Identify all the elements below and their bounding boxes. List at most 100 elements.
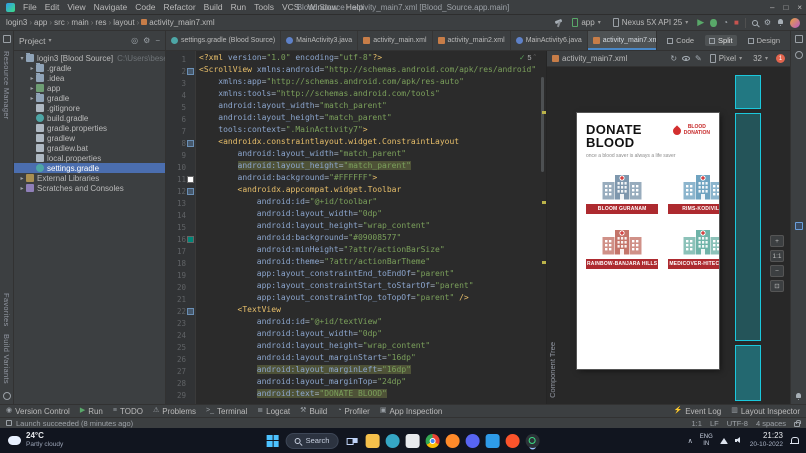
tree-item-build-gradle[interactable]: build.gradle bbox=[14, 113, 165, 123]
view-toggle-split[interactable]: Split bbox=[705, 35, 737, 46]
wifi-icon[interactable] bbox=[719, 437, 728, 444]
tree-item-idea[interactable]: ▸ .idea bbox=[14, 73, 165, 83]
gradle-icon[interactable] bbox=[794, 51, 803, 59]
breadcrumb-item-login3[interactable]: login3 bbox=[6, 18, 27, 27]
emulator-icon[interactable] bbox=[794, 222, 803, 230]
settings-gear-icon[interactable]: ⚙ bbox=[143, 36, 150, 45]
view-options-icon[interactable] bbox=[682, 56, 691, 61]
menu-tools[interactable]: Tools bbox=[250, 2, 278, 12]
chrome-icon[interactable] bbox=[425, 433, 440, 448]
design-preview-phone[interactable]: DONATE BLOOD BLOOD DONATION once a blood… bbox=[577, 113, 719, 369]
avatar[interactable] bbox=[790, 17, 800, 28]
menu-navigate[interactable]: Navigate bbox=[90, 2, 132, 12]
tree-item-gradle[interactable]: ▸ gradle bbox=[14, 93, 165, 103]
breadcrumb-item-layout[interactable]: layout bbox=[113, 18, 134, 27]
discord-icon[interactable] bbox=[465, 433, 480, 448]
tree-arrow-icon[interactable]: ▸ bbox=[28, 85, 36, 92]
tree-item-gradlew[interactable]: gradlew bbox=[14, 133, 165, 143]
toolwindow-todo[interactable]: ≡ TODO bbox=[113, 407, 143, 416]
language-indicator[interactable]: ENG IN bbox=[700, 434, 713, 447]
start-button[interactable] bbox=[266, 434, 279, 447]
android-studio-icon[interactable] bbox=[525, 433, 540, 448]
hospital-card-rainbow-banjara-hills[interactable]: RAINBOW-BANJARA HILLS bbox=[586, 228, 659, 269]
view-toggle-design[interactable]: Design bbox=[744, 35, 784, 46]
clock[interactable]: 21:23 20-10-2022 bbox=[750, 431, 783, 449]
menu-run[interactable]: Run bbox=[227, 2, 251, 12]
tree-item-app[interactable]: ▸ app bbox=[14, 83, 165, 93]
debug-button[interactable] bbox=[710, 18, 718, 27]
store-icon[interactable] bbox=[405, 433, 420, 448]
tree-item-gradle[interactable]: ▸ .gradle bbox=[14, 63, 165, 73]
favorites-tab[interactable]: Favorites bbox=[2, 293, 11, 327]
tree-item-local-properties[interactable]: local.properties bbox=[14, 153, 165, 163]
hospital-card-medicover-hitech-city[interactable]: MEDICOVER-HITECH CITY bbox=[668, 228, 719, 269]
hospital-card-rims-kodivilli[interactable]: RIMS-KODIVILLI bbox=[668, 173, 719, 214]
toolwindow-problems[interactable]: ⚠ Problems bbox=[153, 407, 196, 416]
close-button[interactable]: × bbox=[797, 0, 802, 15]
tray-expand-icon[interactable]: ∧ bbox=[688, 437, 693, 445]
device-manager-icon[interactable] bbox=[794, 35, 803, 43]
menu-edit[interactable]: Edit bbox=[41, 2, 64, 12]
lock-icon[interactable] bbox=[794, 419, 801, 427]
file-explorer-icon[interactable] bbox=[365, 433, 380, 448]
error-badge[interactable]: 1 bbox=[776, 54, 785, 63]
tree-item-gradlew-bat[interactable]: gradlew.bat bbox=[14, 143, 165, 153]
vscode-icon[interactable] bbox=[485, 433, 500, 448]
menu-view[interactable]: View bbox=[63, 2, 89, 12]
settings-gear-icon[interactable]: ⚙ bbox=[764, 18, 771, 27]
warning-stripe-mark[interactable] bbox=[542, 261, 546, 264]
inspection-widget[interactable]: ✓ 5 ˆ bbox=[519, 53, 536, 62]
brave-icon[interactable] bbox=[505, 433, 520, 448]
api-level-dropdown[interactable]: 32 ▾ bbox=[750, 53, 771, 64]
editor-scrollbar[interactable] bbox=[541, 77, 544, 172]
menu-code[interactable]: Code bbox=[131, 2, 159, 12]
tab-activity-main2-xml[interactable]: activity_main2.xml bbox=[433, 31, 511, 50]
toolwindow-logcat[interactable]: ≣ Logcat bbox=[257, 407, 290, 416]
locate-file-icon[interactable]: ◎ bbox=[131, 36, 138, 45]
breadcrumb-item-main[interactable]: main bbox=[71, 18, 88, 27]
firefox-icon[interactable] bbox=[445, 433, 460, 448]
tree-item-external-libraries[interactable]: ▸ External Libraries bbox=[14, 173, 165, 183]
tree-arrow-icon[interactable]: ▸ bbox=[28, 65, 36, 72]
toolwindow-profiler[interactable]: ◔ Profiler bbox=[337, 407, 370, 416]
maximize-button[interactable]: □ bbox=[783, 0, 788, 15]
edge-icon[interactable] bbox=[385, 433, 400, 448]
stop-button[interactable]: ■ bbox=[734, 18, 739, 27]
design-canvas[interactable]: DONATE BLOOD BLOOD DONATION once a blood… bbox=[547, 67, 790, 404]
tree-arrow-icon[interactable]: ▸ bbox=[18, 185, 26, 192]
component-tree-tab[interactable]: Component Tree bbox=[548, 342, 557, 398]
line-ending[interactable]: LF bbox=[710, 419, 719, 428]
zoom-actual-button[interactable]: 1:1 bbox=[770, 250, 784, 262]
tree-item-scratches-and-consoles[interactable]: ▸ Scratches and Consoles bbox=[14, 183, 165, 193]
tab-mainactivity3-java[interactable]: MainActivity3.java bbox=[281, 31, 359, 50]
taskbar-search[interactable]: Search bbox=[285, 432, 339, 449]
code-area[interactable]: <?xml version="1.0" encoding="utf-8"?> <S… bbox=[196, 51, 546, 404]
weather-widget[interactable]: 24°C Partly cloudy bbox=[6, 431, 63, 449]
toolwindow-layout-inspector[interactable]: ▥ Layout Inspector bbox=[731, 407, 800, 416]
theme-brush-icon[interactable]: ✎ bbox=[695, 54, 702, 63]
menu-refactor[interactable]: Refactor bbox=[160, 2, 200, 12]
refresh-icon[interactable]: ↻ bbox=[670, 54, 677, 63]
search-icon[interactable] bbox=[751, 19, 758, 26]
toolwindow-event-log[interactable]: ⚡ Event Log bbox=[673, 407, 721, 416]
tree-arrow-icon[interactable]: ▸ bbox=[28, 75, 36, 82]
tree-item-login3-blood-source[interactable]: ▾ login3 [Blood Source]C:\Users\beser\log… bbox=[14, 53, 165, 63]
tree-item-gradle-properties[interactable]: gradle.properties bbox=[14, 123, 165, 133]
tab-settings-gradle-blood-source[interactable]: settings.gradle (Blood Source) bbox=[166, 31, 282, 50]
toolwindow-build[interactable]: ⚒ Build bbox=[300, 407, 327, 416]
minimize-button[interactable]: – bbox=[770, 0, 774, 15]
view-toggle-code[interactable]: Code bbox=[663, 35, 698, 46]
profiler-button[interactable]: ◔ bbox=[723, 18, 728, 27]
toolwindow-version-control[interactable]: ◉ Version Control bbox=[6, 407, 70, 416]
zoom-in-button[interactable]: + bbox=[770, 235, 784, 247]
encoding[interactable]: UTF-8 bbox=[727, 419, 748, 428]
tab-activity-main-xml[interactable]: activity_main.xml bbox=[358, 31, 433, 50]
build-variants-tab[interactable]: Build Variants bbox=[2, 334, 11, 384]
warning-stripe-mark[interactable] bbox=[542, 201, 546, 204]
run-button[interactable]: ▶ bbox=[697, 18, 704, 27]
run-config-dropdown[interactable]: app ▾ bbox=[569, 17, 603, 28]
tab-mainactivity6-java[interactable]: MainActivity6.java bbox=[511, 31, 588, 50]
hospital-card-bloom-guranam[interactable]: BLOOM GURANAM bbox=[586, 173, 659, 214]
tree-arrow-icon[interactable]: ▾ bbox=[18, 55, 26, 62]
tree-item-gitignore[interactable]: .gitignore bbox=[14, 103, 165, 113]
